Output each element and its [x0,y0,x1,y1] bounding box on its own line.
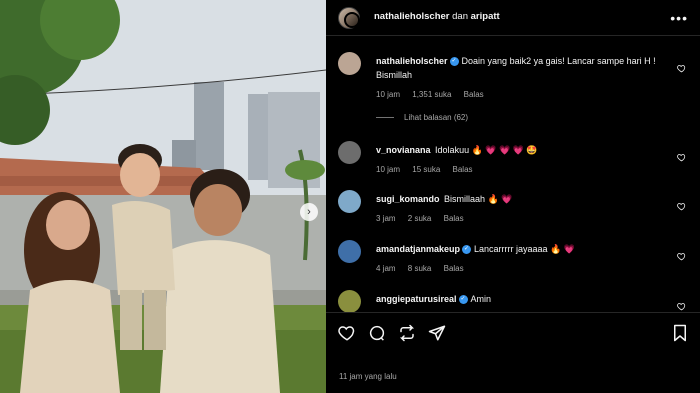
avatar[interactable] [338,52,361,75]
heart-icon[interactable] [677,202,686,211]
comment-text: Bismillaah 🔥 💗 [444,194,513,204]
post-timestamp: 11 jam yang lalu [339,372,397,381]
reply-button[interactable]: Balas [444,264,464,273]
more-horizontal-icon[interactable]: ••• [670,10,688,26]
collab-avatar[interactable] [344,12,360,28]
reply-button[interactable]: Balas [453,165,473,174]
author-connector: dan [452,11,468,22]
chevron-right-icon: › [307,206,311,218]
carousel-next-button[interactable]: › [300,203,318,221]
heart-icon[interactable] [677,302,686,311]
comment-time: 10 jam [376,165,401,174]
heart-icon[interactable] [338,324,356,342]
comment-username[interactable]: anggiepaturusireal [376,294,457,304]
comment-text: Lancarrrrr jayaaaa 🔥 💗 [474,244,575,254]
comment-time: 3 jam [376,214,396,223]
bookmark-icon[interactable] [672,324,688,342]
divider [376,117,394,118]
comment-item: amandatjanmakeup ✓ Lancarrrrr jayaaaa 🔥 💗 … [338,240,688,280]
collab-username[interactable]: aripatt [471,11,500,22]
comment-username[interactable]: amandatjanmakeup [376,244,460,254]
comment-time: 10 jam [376,90,401,99]
comment-username[interactable]: sugi_komando [376,194,440,204]
comment-body: sugi_komando Bismillaah 🔥 💗 3 jam 2 suka… [376,192,666,226]
comment-meta: 4 jam 8 suka Balas [376,262,666,276]
avatar[interactable] [338,240,361,263]
comment-meta: 3 jam 2 suka Balas [376,212,666,226]
comment-body: anggiepaturusireal ✓ Amin [376,292,666,306]
post-header: nathalieholscher dan aripatt ••• [326,0,700,36]
comment-body: amandatjanmakeup ✓ Lancarrrrr jayaaaa 🔥 💗 … [376,242,666,276]
comment-likes[interactable]: 2 suka [408,214,432,223]
comment-likes[interactable]: 8 suka [408,264,432,273]
reply-button[interactable]: Balas [464,90,484,99]
comment-time: 4 jam [376,264,396,273]
comment-likes[interactable]: 1,351 suka [412,90,451,99]
comment-icon[interactable] [368,324,386,342]
comment-meta: 10 jam 15 suka Balas [376,163,666,177]
avatar[interactable] [338,190,361,213]
action-bar [326,312,700,354]
comment-item: nathalieholscher ✓ Doain yang baik2 ya gai… [338,52,688,102]
post-modal: › nathalieholscher dan aripatt ••• natha… [0,0,700,393]
comment-body: v_novianana Idolakuu 🔥 💗 💗 💗 🤩 10 jam 15… [376,143,666,177]
comments-panel: nathalieholscher dan aripatt ••• nathali… [326,0,700,393]
share-icon[interactable] [428,324,446,342]
heart-icon[interactable] [677,252,686,261]
author-username[interactable]: nathalieholscher [374,11,450,22]
comment-item: v_novianana Idolakuu 🔥 💗 💗 💗 🤩 10 jam 15… [338,141,688,181]
reply-button[interactable]: Balas [444,214,464,223]
avatar[interactable] [338,141,361,164]
post-photo[interactable]: › [0,0,326,393]
avatar[interactable] [338,290,361,313]
verified-badge-icon: ✓ [449,57,459,67]
heart-icon[interactable] [677,64,686,73]
comment-likes[interactable]: 15 suka [412,165,440,174]
comment-text: Idolakuu 🔥 💗 💗 💗 🤩 [435,145,538,155]
post-authors: nathalieholscher dan aripatt [374,11,500,22]
view-replies-label: Lihat balasan (62) [404,113,469,122]
verified-badge-icon: ✓ [458,295,468,305]
comment-item: sugi_komando Bismillaah 🔥 💗 3 jam 2 suka… [338,190,688,230]
verified-badge-icon: ✓ [462,245,472,255]
comment-username[interactable]: nathalieholscher [376,56,448,66]
comment-text: Amin [470,294,492,304]
photo-illustration [0,0,326,393]
comment-username[interactable]: v_novianana [376,145,431,155]
heart-icon[interactable] [677,153,686,162]
comment-item: anggiepaturusireal ✓ Amin [338,290,688,313]
comment-body: nathalieholscher ✓ Doain yang baik2 ya gai… [376,54,666,102]
view-replies-button[interactable]: Lihat balasan (62) [376,113,468,122]
repost-icon[interactable] [398,324,416,342]
comment-meta: 10 jam 1,351 suka Balas [376,88,666,102]
